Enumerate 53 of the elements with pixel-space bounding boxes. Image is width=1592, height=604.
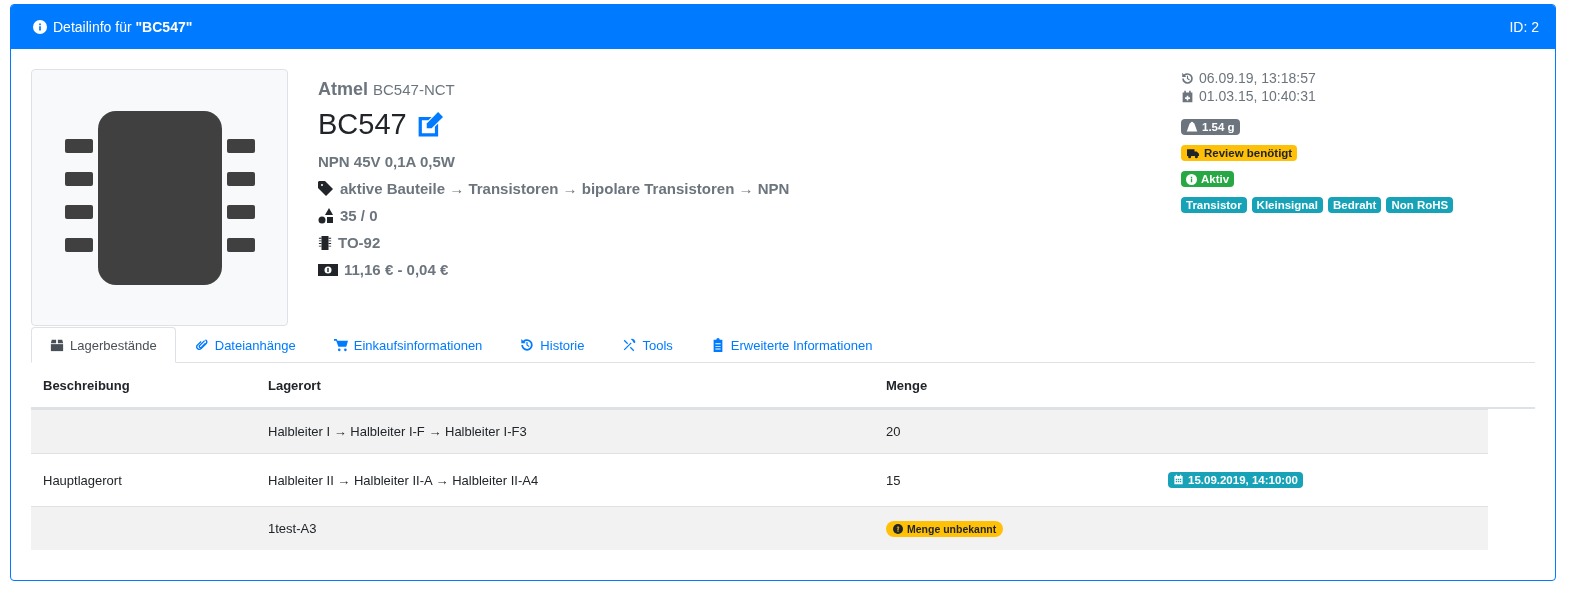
part-name: BC547: [318, 108, 407, 141]
weight-badge: 1.54 g: [1181, 119, 1240, 135]
calendar-plus-icon: [1181, 89, 1194, 103]
column-header: Menge: [886, 377, 929, 393]
tag-badge: Transistor: [1181, 197, 1247, 213]
tab[interactable]: Erweiterte Informationen: [691, 327, 892, 363]
id-label: ID: 2: [1509, 19, 1539, 35]
shapes-icon: [318, 207, 334, 224]
history-icon: [520, 338, 535, 352]
date-text: 06.09.19, 13:18:57: [1199, 70, 1316, 86]
card-title: Detailinfo für "BC547": [53, 19, 193, 35]
tag-badge: Non RoHS: [1386, 197, 1454, 213]
category-path: aktive Bauteile → Transistoren → bipolare Transistoren → NPN: [340, 180, 790, 197]
calendar-icon: [1173, 474, 1184, 486]
tab[interactable]: Einkaufsinformationen: [314, 327, 502, 363]
date-text: 01.03.15, 10:40:31: [1199, 88, 1316, 104]
tools-icon: [622, 338, 637, 352]
paperclip-icon: [194, 338, 209, 352]
table-cell-text: Halbleiter II → Halbleiter II-A → Halbleiter II-A4: [268, 472, 540, 488]
tab[interactable]: Dateianhänge: [175, 327, 315, 363]
status-badge: Aktiv: [1181, 171, 1235, 187]
manufacturer: Atmel: [318, 79, 368, 99]
table-cell-text: Halbleiter I → Halbleiter I-F → Halbleiter I-F3: [268, 424, 528, 439]
tag-badge: Bedraht: [1327, 197, 1382, 213]
info-icon: [1186, 173, 1197, 185]
column-header: Lagerort: [268, 377, 322, 393]
tag-icon: [318, 180, 334, 197]
unknown-amount-badge: Menge unbekannt: [886, 520, 1004, 537]
date-badge: 15.09.2019, 14:10:00: [1168, 471, 1303, 488]
footprint: TO-92: [338, 234, 381, 251]
part-number: BC547-NCT: [373, 81, 455, 98]
question-icon: [893, 523, 903, 534]
weight-icon: [1186, 121, 1198, 133]
table-cell: Hauptlagerort: [43, 472, 122, 488]
column-header: Beschreibung: [43, 377, 131, 393]
table-cell: 15: [886, 472, 901, 488]
cart-icon: [333, 338, 348, 352]
part-description: NPN 45V 0,1A 0,5W: [318, 153, 455, 170]
truck-icon: [1186, 147, 1200, 159]
table-cell-text: 1test-A3: [268, 521, 318, 536]
history-icon: [1181, 71, 1194, 85]
tab[interactable]: Tools: [603, 327, 692, 363]
tag-badge: Kleinsignal: [1251, 197, 1323, 213]
table-cell: 20: [886, 424, 901, 439]
info-icon: [33, 20, 47, 34]
banknote-icon: [318, 261, 338, 278]
microchip-icon: [318, 234, 332, 251]
box-icon: [50, 338, 64, 352]
tab[interactable]: Historie: [501, 327, 604, 363]
stock-count: 35 / 0: [340, 207, 378, 224]
review-badge: Review benötigt: [1181, 145, 1298, 161]
price-range: 11,16 € - 0,04 €: [344, 261, 449, 278]
tab[interactable]: Lagerbestände: [31, 327, 176, 363]
